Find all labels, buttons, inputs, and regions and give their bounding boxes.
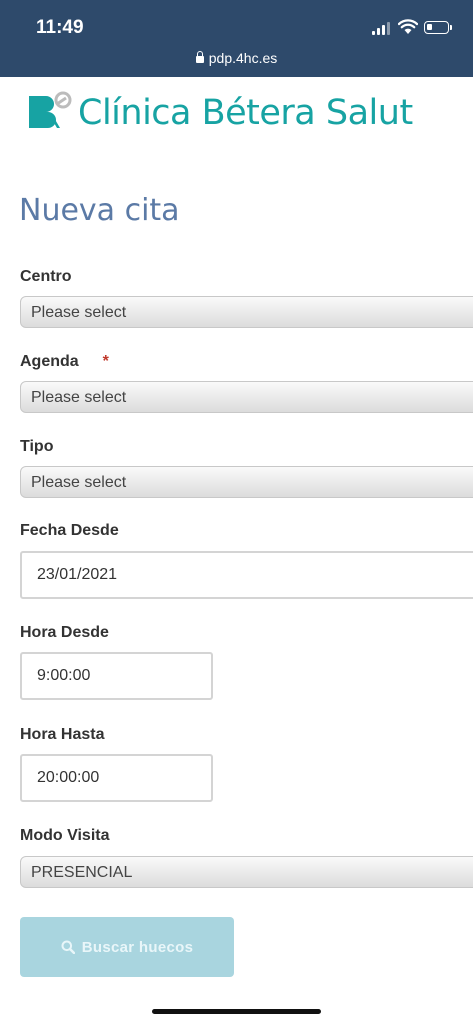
address-bar[interactable]: pdp.4hc.es bbox=[0, 50, 473, 66]
tipo-select[interactable]: Please select bbox=[20, 466, 473, 498]
search-icon bbox=[61, 940, 75, 954]
fecha-desde-input[interactable]: 23/01/2021 bbox=[20, 551, 473, 599]
agenda-label-row: Agenda * bbox=[20, 353, 109, 371]
buscar-huecos-label: Buscar huecos bbox=[81, 938, 194, 956]
wifi-icon bbox=[398, 19, 418, 34]
fecha-desde-label: Fecha Desde bbox=[20, 522, 119, 539]
hora-hasta-input[interactable]: 20:00:00 bbox=[20, 754, 213, 802]
url-text: pdp.4hc.es bbox=[208, 50, 278, 66]
page-title: Nueva cita bbox=[19, 193, 180, 228]
tipo-label: Tipo bbox=[20, 438, 54, 455]
modo-visita-label: Modo Visita bbox=[20, 827, 110, 844]
home-indicator[interactable] bbox=[152, 1009, 321, 1014]
agenda-label: Agenda bbox=[20, 353, 79, 370]
hora-hasta-label: Hora Hasta bbox=[20, 726, 105, 743]
status-time: 11:49 bbox=[36, 17, 84, 38]
hora-desde-input[interactable]: 9:00:00 bbox=[20, 652, 213, 700]
hora-desde-label: Hora Desde bbox=[20, 624, 109, 641]
browser-top-bar: 11:49 pdp.4hc.es bbox=[0, 0, 473, 77]
clinic-logo-icon bbox=[29, 91, 72, 128]
clinic-logo: Clínica Bétera Salut bbox=[26, 90, 413, 136]
centro-select[interactable]: Please select bbox=[20, 296, 473, 328]
agenda-select[interactable]: Please select bbox=[20, 381, 473, 413]
battery-icon bbox=[424, 21, 452, 34]
required-mark: * bbox=[102, 353, 109, 370]
clinic-name: Clínica Bétera Salut bbox=[78, 93, 413, 133]
cellular-signal-icon bbox=[372, 22, 392, 35]
lock-icon bbox=[195, 51, 204, 63]
centro-label: Centro bbox=[20, 268, 72, 285]
modo-visita-select[interactable]: PRESENCIAL bbox=[20, 856, 473, 888]
buscar-huecos-button[interactable]: Buscar huecos bbox=[20, 917, 234, 977]
